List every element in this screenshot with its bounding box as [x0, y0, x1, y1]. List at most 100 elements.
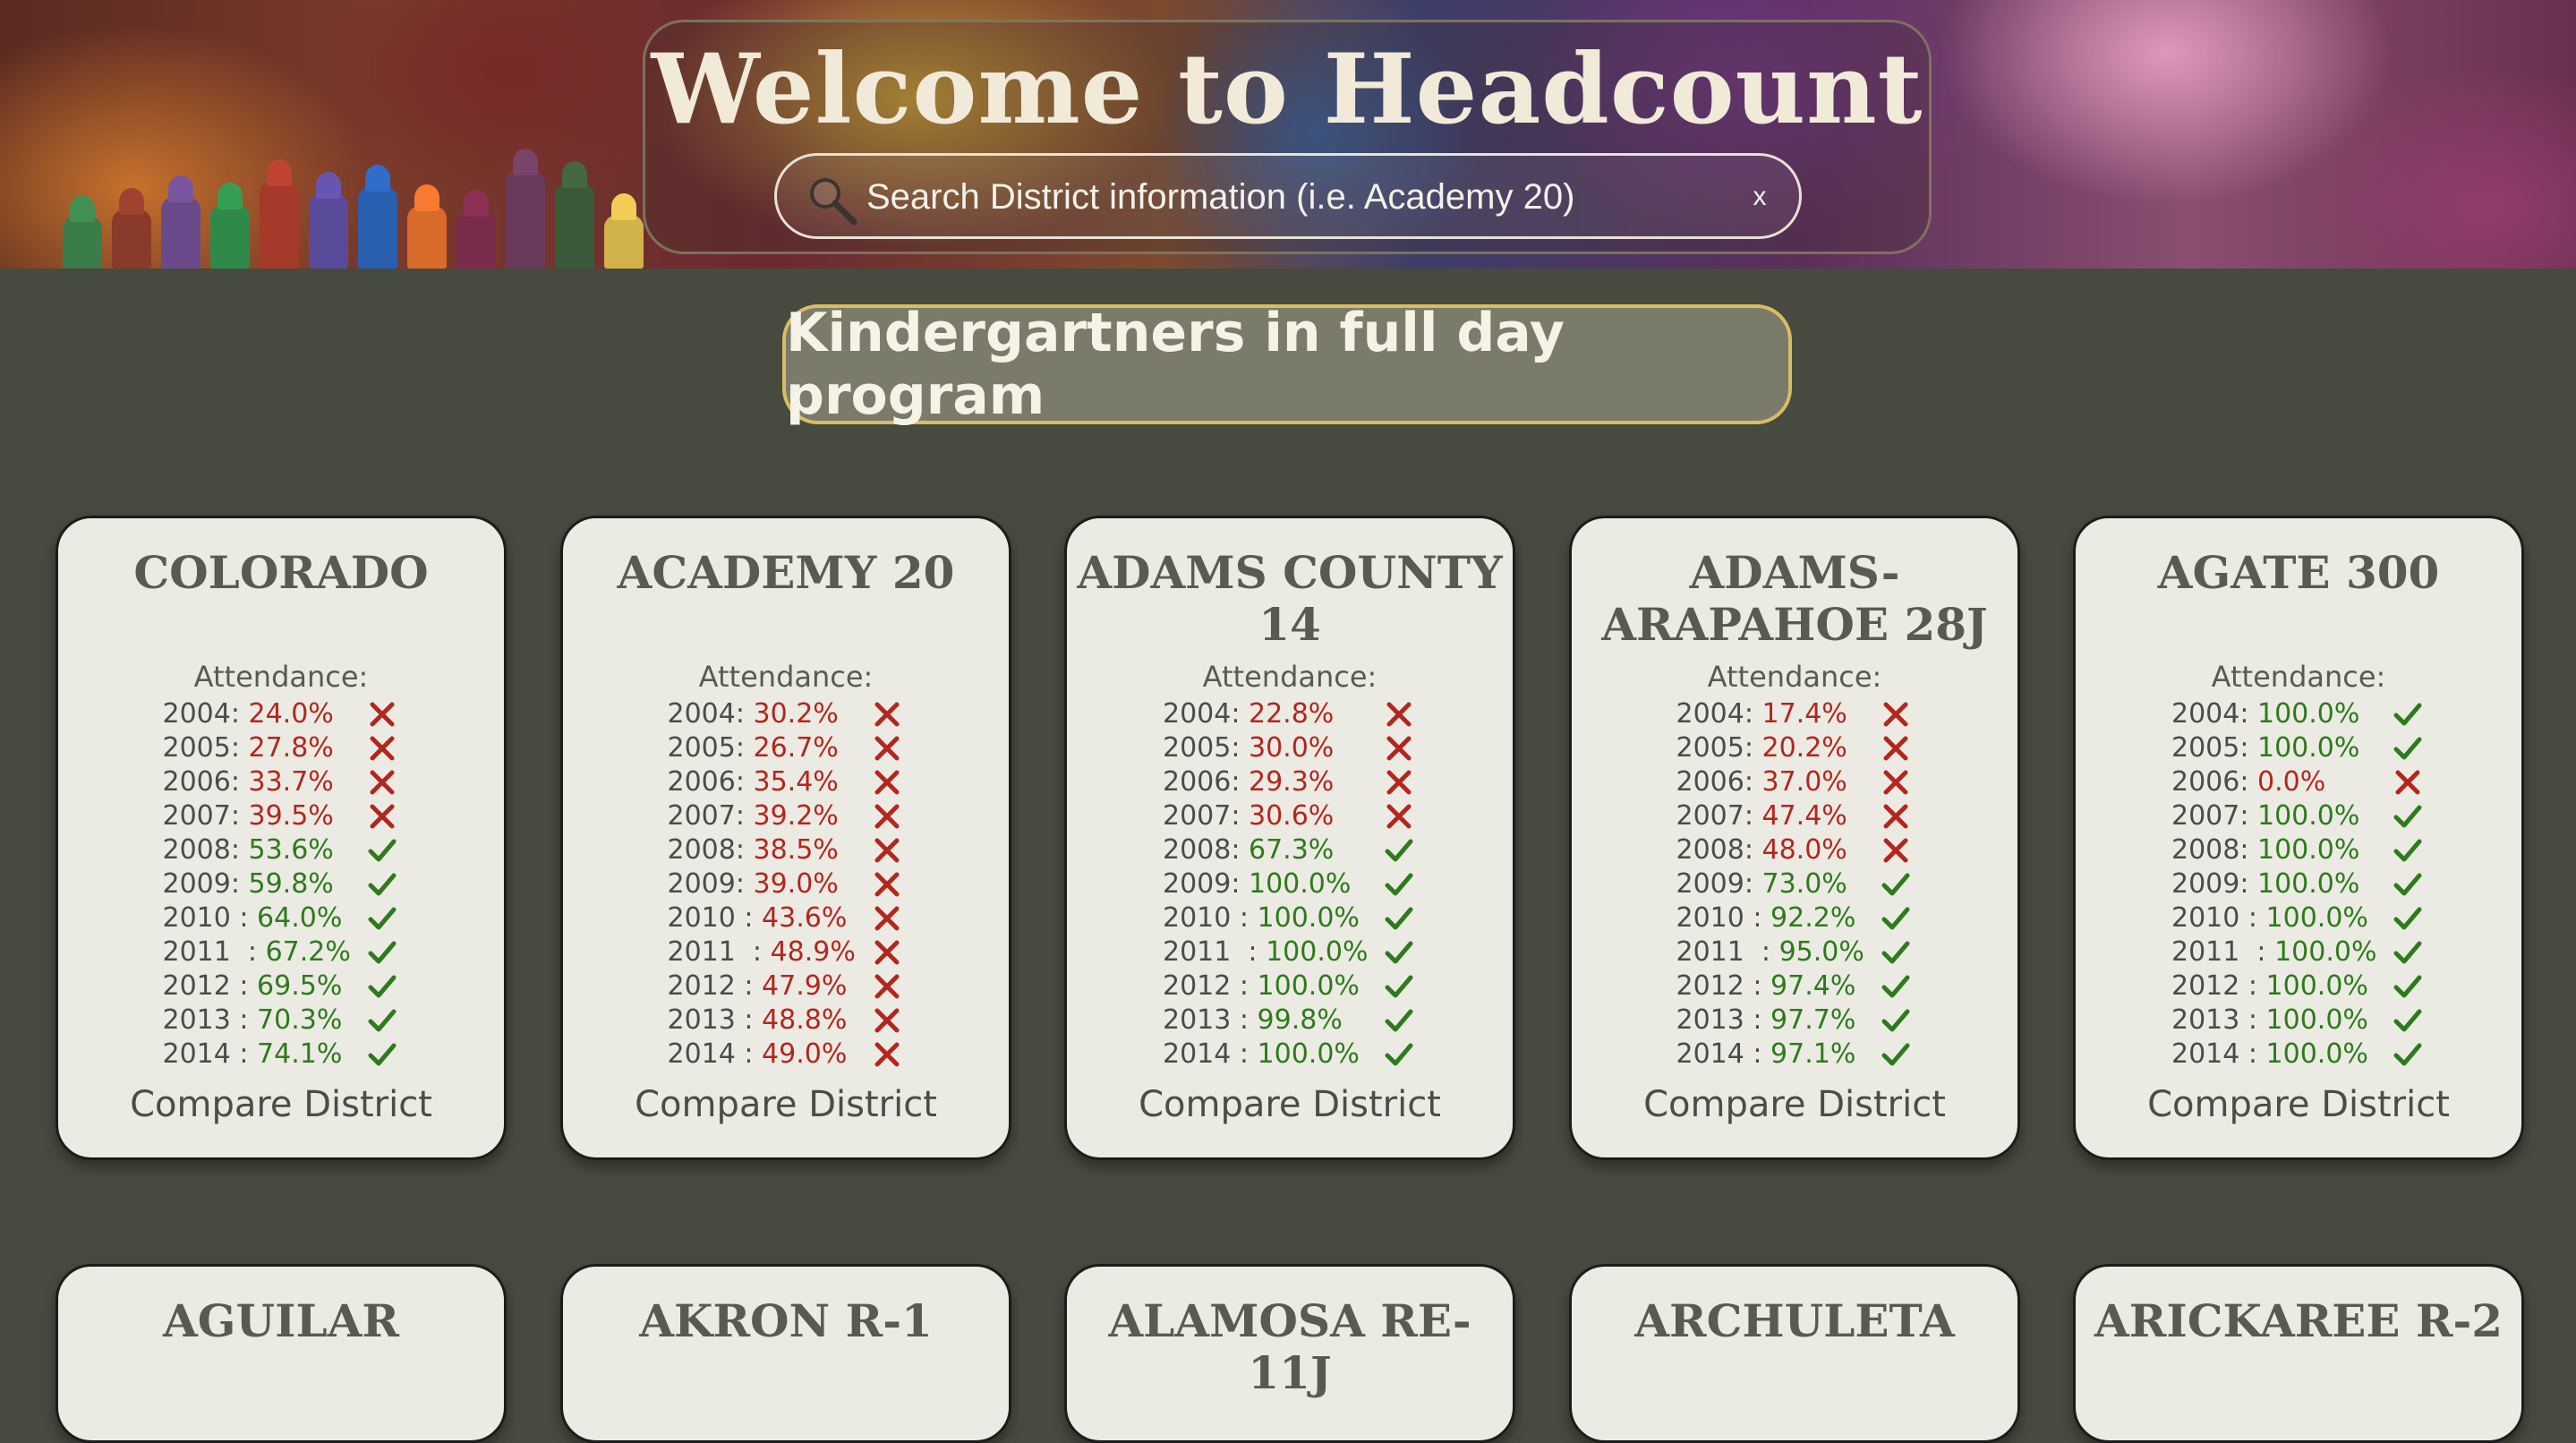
x-mark-icon [873, 803, 901, 830]
district-name: COLORADO [133, 546, 429, 599]
attendance-year: 2008: [667, 834, 745, 866]
attendance-year: 2012 : [667, 970, 754, 1002]
crayon-decoration [407, 206, 447, 269]
attendance-year: 2013 : [1163, 1004, 1249, 1036]
x-mark-icon [873, 735, 901, 762]
attendance-value: 64.0% [248, 902, 343, 934]
compare-district-button[interactable]: Compare District [2076, 1084, 2521, 1125]
compare-district-button[interactable]: Compare District [1067, 1084, 1513, 1125]
attendance-value: 100.0% [2248, 732, 2360, 764]
check-mark-icon [2393, 1007, 2422, 1034]
attendance-value: 35.4% [744, 766, 839, 798]
attendance-value: 70.3% [248, 1004, 343, 1036]
attendance-row: 2014 : 49.0% [668, 1037, 972, 1072]
attendance-row: 2012 : 47.9% [668, 969, 972, 1003]
attendance-year: 2004: [1676, 698, 1753, 730]
attendance-value: 48.0% [1753, 834, 1847, 866]
attendance-value: 100.0% [1257, 936, 1369, 968]
check-mark-icon [1385, 837, 1413, 864]
attendance-row: 2006: 0.0% [2171, 765, 2476, 799]
attendance-row: 2010 : 100.0% [1163, 901, 1467, 935]
attendance-value: 67.2% [257, 936, 351, 968]
check-mark-icon [368, 1007, 397, 1034]
attendance-row: 2005: 20.2% [1676, 731, 1981, 765]
attendance-year: 2011 : [667, 936, 763, 968]
attendance-row: 2011 : 67.2% [163, 935, 467, 969]
district-card: ARCHULETA [1569, 1264, 2020, 1443]
attendance-value: 22.8% [1240, 698, 1335, 730]
search-input[interactable] [865, 168, 1710, 226]
attendance-row: 2004: 30.2% [668, 697, 972, 731]
district-name: ACADEMY 20 [617, 546, 955, 599]
attendance-year: 2013 : [2171, 1004, 2257, 1036]
search-bar[interactable]: x [774, 153, 1802, 239]
category-button[interactable]: Kindergartners in full day program [782, 302, 1792, 427]
attendance-row: 2009: 59.8% [163, 867, 467, 901]
check-mark-icon [1881, 1041, 1910, 1068]
attendance-row: 2013 : 97.7% [1676, 1003, 1981, 1037]
attendance-year: 2005: [667, 732, 745, 764]
attendance-year: 2012 : [162, 970, 249, 1002]
attendance-value: 47.4% [1753, 800, 1847, 832]
attendance-year: 2007: [667, 800, 745, 832]
attendance-row: 2011 : 95.0% [1676, 935, 1981, 969]
district-name: ALAMOSA RE-11J [1108, 1294, 1471, 1399]
x-mark-icon [873, 1041, 901, 1068]
attendance-value: 38.5% [744, 834, 839, 866]
crayon-decoration [604, 215, 644, 269]
attendance-label: Attendance: [698, 660, 874, 694]
attendance-row: 2014 : 100.0% [2171, 1037, 2476, 1072]
attendance-value: 100.0% [2265, 936, 2377, 968]
district-name: AGUILAR [163, 1294, 399, 1347]
attendance-value: 27.8% [239, 732, 334, 764]
attendance-list: 2004: 30.2% 2005: 26.7% 2006: 35.4% 2007: 3… [668, 697, 972, 1072]
check-mark-icon [2393, 973, 2422, 1000]
attendance-year: 2014 : [1676, 1038, 1762, 1070]
attendance-row: 2004: 100.0% [2171, 697, 2476, 731]
attendance-value: 95.0% [1770, 936, 1864, 968]
attendance-year: 2013 : [667, 1004, 754, 1036]
attendance-row: 2007: 100.0% [2171, 799, 2476, 833]
attendance-row: 2005: 27.8% [163, 731, 467, 765]
district-name: ARICKAREE R-2 [2094, 1294, 2503, 1347]
attendance-value: 67.3% [1240, 834, 1335, 866]
check-mark-icon [1881, 871, 1910, 898]
attendance-value: 69.5% [248, 970, 343, 1002]
check-mark-icon [1881, 905, 1910, 932]
district-name: ARCHULETA [1634, 1294, 1955, 1347]
check-mark-icon [368, 1041, 397, 1068]
attendance-row: 2006: 37.0% [1676, 765, 1981, 799]
crayon-decoration [112, 209, 151, 269]
check-mark-icon [1385, 905, 1413, 932]
attendance-year: 2011 : [2171, 936, 2266, 968]
check-mark-icon [1881, 973, 1910, 1000]
compare-district-button[interactable]: Compare District [58, 1084, 504, 1125]
crayon-decoration [555, 183, 594, 269]
attendance-row: 2009: 100.0% [2171, 867, 2476, 901]
attendance-value: 100.0% [1240, 868, 1352, 900]
x-mark-icon [368, 701, 397, 728]
attendance-value: 48.9% [762, 936, 856, 968]
attendance-row: 2010 : 100.0% [2171, 901, 2476, 935]
attendance-year: 2011 : [1163, 936, 1258, 968]
x-mark-icon [368, 803, 397, 830]
attendance-value: 100.0% [1249, 1038, 1360, 1070]
attendance-row: 2008: 67.3% [1163, 833, 1467, 867]
attendance-year: 2009: [162, 868, 240, 900]
compare-district-button[interactable]: Compare District [1572, 1084, 2017, 1125]
search-icon [810, 178, 857, 226]
x-mark-icon [873, 837, 901, 864]
attendance-row: 2011 : 48.9% [668, 935, 972, 969]
attendance-value: 74.1% [248, 1038, 343, 1070]
attendance-value: 30.2% [744, 698, 839, 730]
attendance-value: 17.4% [1753, 698, 1847, 730]
check-mark-icon [2393, 871, 2422, 898]
crayon-decoration [260, 181, 299, 269]
attendance-value: 92.2% [1761, 902, 1856, 934]
attendance-year: 2010 : [1676, 902, 1762, 934]
x-mark-icon [873, 701, 901, 728]
attendance-list: 2004: 100.0% 2005: 100.0% 2006: 0.0% 2007: … [2171, 697, 2476, 1072]
compare-district-button[interactable]: Compare District [563, 1084, 1009, 1125]
clear-search-button[interactable]: x [1742, 179, 1778, 215]
attendance-label: Attendance: [1707, 660, 1882, 694]
